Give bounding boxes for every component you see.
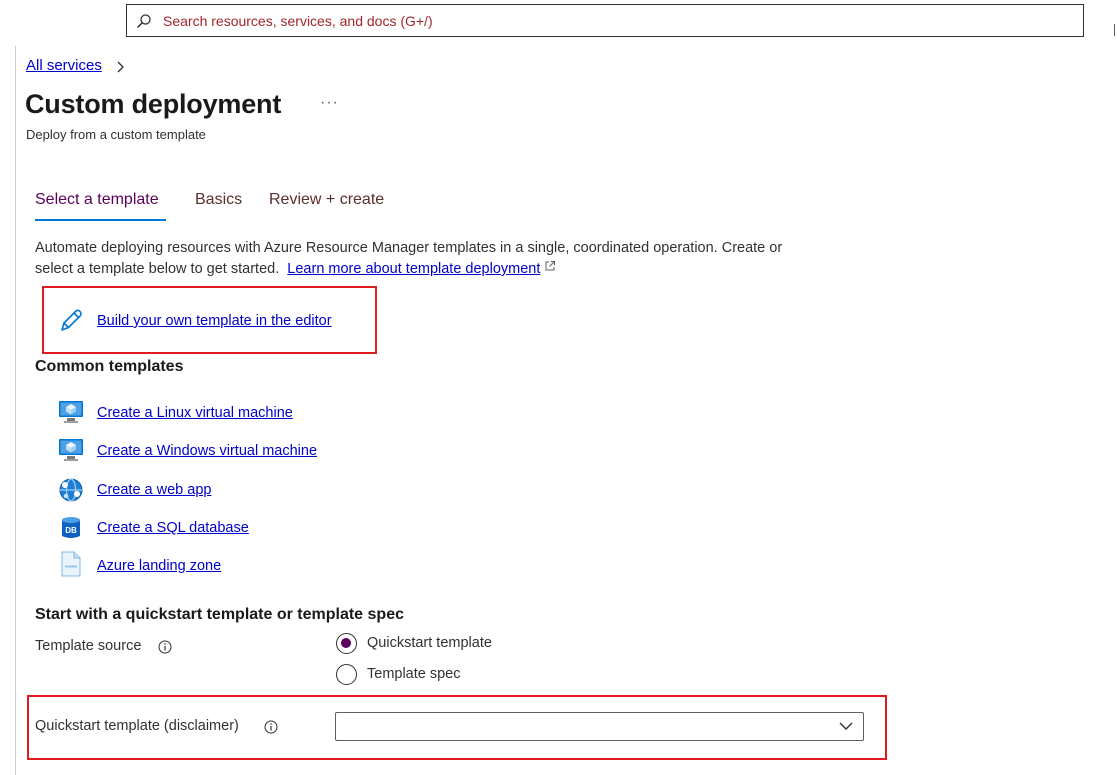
- json-file-icon: [61, 551, 81, 577]
- chevron-down-icon: [839, 722, 853, 730]
- virtual-machine-icon: [59, 439, 83, 461]
- radio-label-quickstart[interactable]: Quickstart template: [367, 635, 492, 651]
- learn-more-link[interactable]: Learn more about template deployment: [287, 261, 540, 277]
- virtual-machine-icon: [59, 401, 83, 423]
- template-source-label: Template source: [35, 638, 142, 654]
- template-link-web-app[interactable]: Create a web app: [97, 482, 211, 498]
- template-link-sql-database[interactable]: Create a SQL database: [97, 520, 249, 536]
- left-divider: [15, 46, 16, 775]
- global-search-box[interactable]: [126, 4, 1084, 37]
- radio-template-spec[interactable]: [336, 664, 357, 685]
- sql-database-icon: DB: [62, 517, 80, 538]
- web-app-icon: [59, 478, 83, 502]
- tab-review-create[interactable]: Review + create: [269, 191, 384, 209]
- template-link-windows-vm[interactable]: Create a Windows virtual machine: [97, 443, 317, 459]
- build-own-template-link[interactable]: Build your own template in the editor: [97, 313, 332, 329]
- radio-label-template-spec[interactable]: Template spec: [367, 666, 461, 682]
- quickstart-template-label: Quickstart template (disclaimer): [35, 718, 239, 734]
- info-icon[interactable]: [158, 640, 172, 654]
- info-icon[interactable]: [264, 720, 278, 734]
- template-link-azure-landing-zone[interactable]: Azure landing zone: [97, 558, 221, 574]
- tab-basics[interactable]: Basics: [195, 191, 242, 209]
- search-icon: [137, 14, 151, 28]
- chevron-right-icon: [117, 61, 124, 73]
- breadcrumb-all-services[interactable]: All services: [26, 57, 102, 74]
- quickstart-heading: Start with a quickstart template or temp…: [35, 606, 404, 623]
- tab-select-a-template[interactable]: Select a template: [35, 191, 159, 209]
- more-options-button[interactable]: ···: [320, 94, 339, 112]
- description-text: select a template below to get started.: [35, 261, 280, 277]
- page-title: Custom deployment: [25, 89, 282, 119]
- page-subtitle: Deploy from a custom template: [26, 127, 206, 142]
- scrollbar-edge: [1114, 24, 1115, 36]
- external-link-icon: [545, 261, 556, 271]
- template-link-linux-vm[interactable]: Create a Linux virtual machine: [97, 405, 293, 421]
- search-input[interactable]: [163, 11, 1063, 31]
- common-templates-heading: Common templates: [35, 358, 184, 375]
- description-line-2: select a template below to get started. …: [35, 259, 556, 280]
- pencil-icon: [61, 309, 82, 331]
- active-tab-indicator: [35, 219, 166, 221]
- description-line-1: Automate deploying resources with Azure …: [35, 240, 783, 256]
- quickstart-template-dropdown[interactable]: [335, 712, 864, 741]
- radio-quickstart-template[interactable]: [336, 633, 357, 654]
- radio-selected-dot: [341, 638, 351, 648]
- svg-text:DB: DB: [65, 526, 77, 535]
